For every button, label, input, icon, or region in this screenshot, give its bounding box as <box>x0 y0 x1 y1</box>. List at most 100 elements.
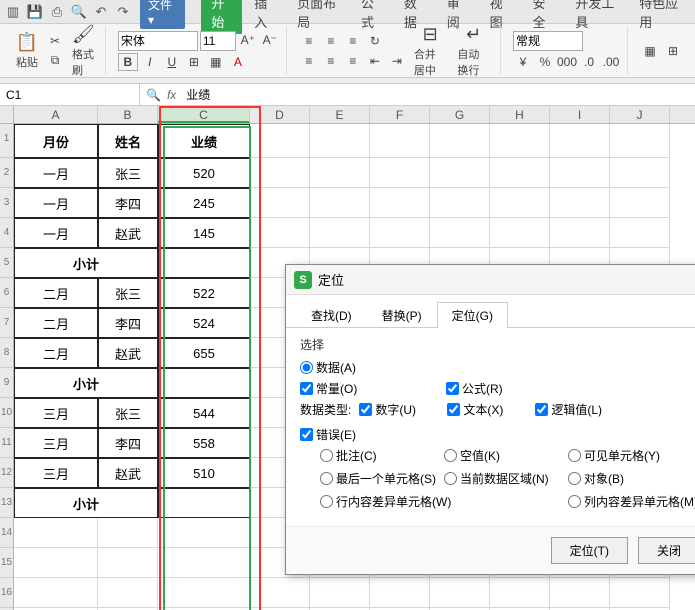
opt-text[interactable]: 文本(X) <box>447 401 527 418</box>
radio-coldiff[interactable] <box>568 495 581 508</box>
cell-subtotal[interactable]: 小计 <box>14 368 158 398</box>
radio-rowdiff[interactable] <box>320 495 333 508</box>
radio-object[interactable] <box>568 472 581 485</box>
cell-name[interactable]: 李四 <box>98 188 158 218</box>
row-header-6[interactable]: 6 <box>0 278 14 308</box>
goto-button[interactable]: 定位(T) <box>551 537 628 564</box>
row-header-3[interactable]: 3 <box>0 188 14 218</box>
cell-empty[interactable] <box>550 218 610 248</box>
align-bot-icon[interactable]: ≡ <box>343 32 363 50</box>
opt-constant[interactable]: 常量(O) <box>300 380 380 397</box>
copy-icon[interactable]: ⧉ <box>45 52 65 70</box>
opt-visible[interactable]: 可见单元格(Y) <box>568 447 695 464</box>
chk-error[interactable] <box>300 428 313 441</box>
cell-subtotal[interactable]: 小计 <box>14 488 158 518</box>
cell-month[interactable]: 一月 <box>14 158 98 188</box>
cell-empty[interactable] <box>158 518 250 548</box>
row-header-16[interactable]: 16 <box>0 578 14 608</box>
col-B[interactable]: B <box>98 106 158 123</box>
col-E[interactable]: E <box>310 106 370 123</box>
dialog-titlebar[interactable]: S 定位 <box>286 265 695 295</box>
cell-month[interactable]: 二月 <box>14 308 98 338</box>
cell-month[interactable]: 二月 <box>14 338 98 368</box>
format-painter-button[interactable]: 🖌 格式刷 <box>68 21 99 80</box>
row-header-7[interactable]: 7 <box>0 308 14 338</box>
cell-name[interactable]: 赵武 <box>98 218 158 248</box>
cell-empty[interactable] <box>250 578 310 608</box>
cell-empty[interactable] <box>430 188 490 218</box>
cell-empty[interactable] <box>158 548 250 578</box>
opt-formula[interactable]: 公式(R) <box>446 380 526 397</box>
cell-name[interactable]: 赵武 <box>98 458 158 488</box>
cell-empty[interactable] <box>430 124 490 158</box>
name-box[interactable]: C1 <box>0 84 140 105</box>
cell-empty[interactable] <box>98 548 158 578</box>
cell-month[interactable]: 三月 <box>14 398 98 428</box>
find-icon[interactable]: 🔍 <box>146 88 161 102</box>
cell-name[interactable]: 李四 <box>98 308 158 338</box>
cell-empty[interactable] <box>250 218 310 248</box>
chk-number[interactable] <box>359 403 372 416</box>
cell-empty[interactable] <box>310 158 370 188</box>
row-header-2[interactable]: 2 <box>0 158 14 188</box>
cell-name[interactable]: 张三 <box>98 278 158 308</box>
cell-empty[interactable] <box>14 548 98 578</box>
cell-empty[interactable] <box>310 218 370 248</box>
row-header-4[interactable]: 4 <box>0 218 14 248</box>
opt-error[interactable]: 错误(E) <box>300 426 380 443</box>
align-mid-icon[interactable]: ≡ <box>321 32 341 50</box>
row-header-11[interactable]: 11 <box>0 428 14 458</box>
col-G[interactable]: G <box>430 106 490 123</box>
cell-style-icon[interactable]: ▦ <box>640 42 660 60</box>
cell-score[interactable]: 245 <box>158 188 250 218</box>
col-J[interactable]: J <box>610 106 670 123</box>
opt-object[interactable]: 对象(B) <box>568 470 695 487</box>
radio-blank[interactable] <box>444 449 457 462</box>
chk-formula[interactable] <box>446 382 459 395</box>
cell-empty[interactable] <box>250 158 310 188</box>
number-format-select[interactable] <box>513 31 583 51</box>
cell-empty[interactable] <box>310 188 370 218</box>
cut-icon[interactable]: ✂ <box>45 32 65 50</box>
cell-name[interactable]: 张三 <box>98 158 158 188</box>
tab-find[interactable]: 查找(D) <box>296 302 367 328</box>
redo-icon[interactable]: ↷ <box>114 3 132 21</box>
indent-dec-icon[interactable]: ⇤ <box>365 52 385 70</box>
select-all-corner[interactable] <box>0 106 14 123</box>
row-header-5[interactable]: 5 <box>0 248 14 278</box>
row-header-13[interactable]: 13 <box>0 488 14 518</box>
cell-empty[interactable] <box>430 218 490 248</box>
cell-score[interactable]: 544 <box>158 398 250 428</box>
cell-format-icon[interactable]: ⊞ <box>663 42 683 60</box>
tab-replace[interactable]: 替换(P) <box>367 302 437 328</box>
col-D[interactable]: D <box>250 106 310 123</box>
opt-logical[interactable]: 逻辑值(L) <box>535 401 615 418</box>
cell-empty[interactable] <box>610 218 670 248</box>
cell-empty[interactable] <box>14 518 98 548</box>
cell-month[interactable]: 一月 <box>14 188 98 218</box>
italic-button[interactable]: I <box>140 53 160 71</box>
cell-name[interactable]: 张三 <box>98 398 158 428</box>
row-header-8[interactable]: 8 <box>0 338 14 368</box>
chk-logical[interactable] <box>535 403 548 416</box>
dec-dec-icon[interactable]: .00 <box>601 53 621 71</box>
cell-month[interactable]: 一月 <box>14 218 98 248</box>
cell-empty[interactable] <box>14 578 98 608</box>
cell-score[interactable]: 655 <box>158 338 250 368</box>
cell-subtotal-score[interactable] <box>158 248 250 278</box>
orientation-icon[interactable]: ↻ <box>365 32 385 50</box>
cell-empty[interactable] <box>430 158 490 188</box>
align-left-icon[interactable]: ≡ <box>299 52 319 70</box>
row-header-15[interactable]: 15 <box>0 548 14 578</box>
increase-font-icon[interactable]: A⁺ <box>238 31 258 49</box>
cell-empty[interactable] <box>490 124 550 158</box>
cell-empty[interactable] <box>310 124 370 158</box>
cell-subtotal-score[interactable] <box>158 488 250 518</box>
cell-empty[interactable] <box>610 188 670 218</box>
print-icon[interactable]: ⎙ <box>48 3 66 21</box>
fx-icon[interactable]: fx <box>167 88 176 102</box>
row-header-9[interactable]: 9 <box>0 368 14 398</box>
cell-month[interactable]: 三月 <box>14 428 98 458</box>
align-top-icon[interactable]: ≡ <box>299 32 319 50</box>
fill-color-icon[interactable]: ▦ <box>206 53 226 71</box>
